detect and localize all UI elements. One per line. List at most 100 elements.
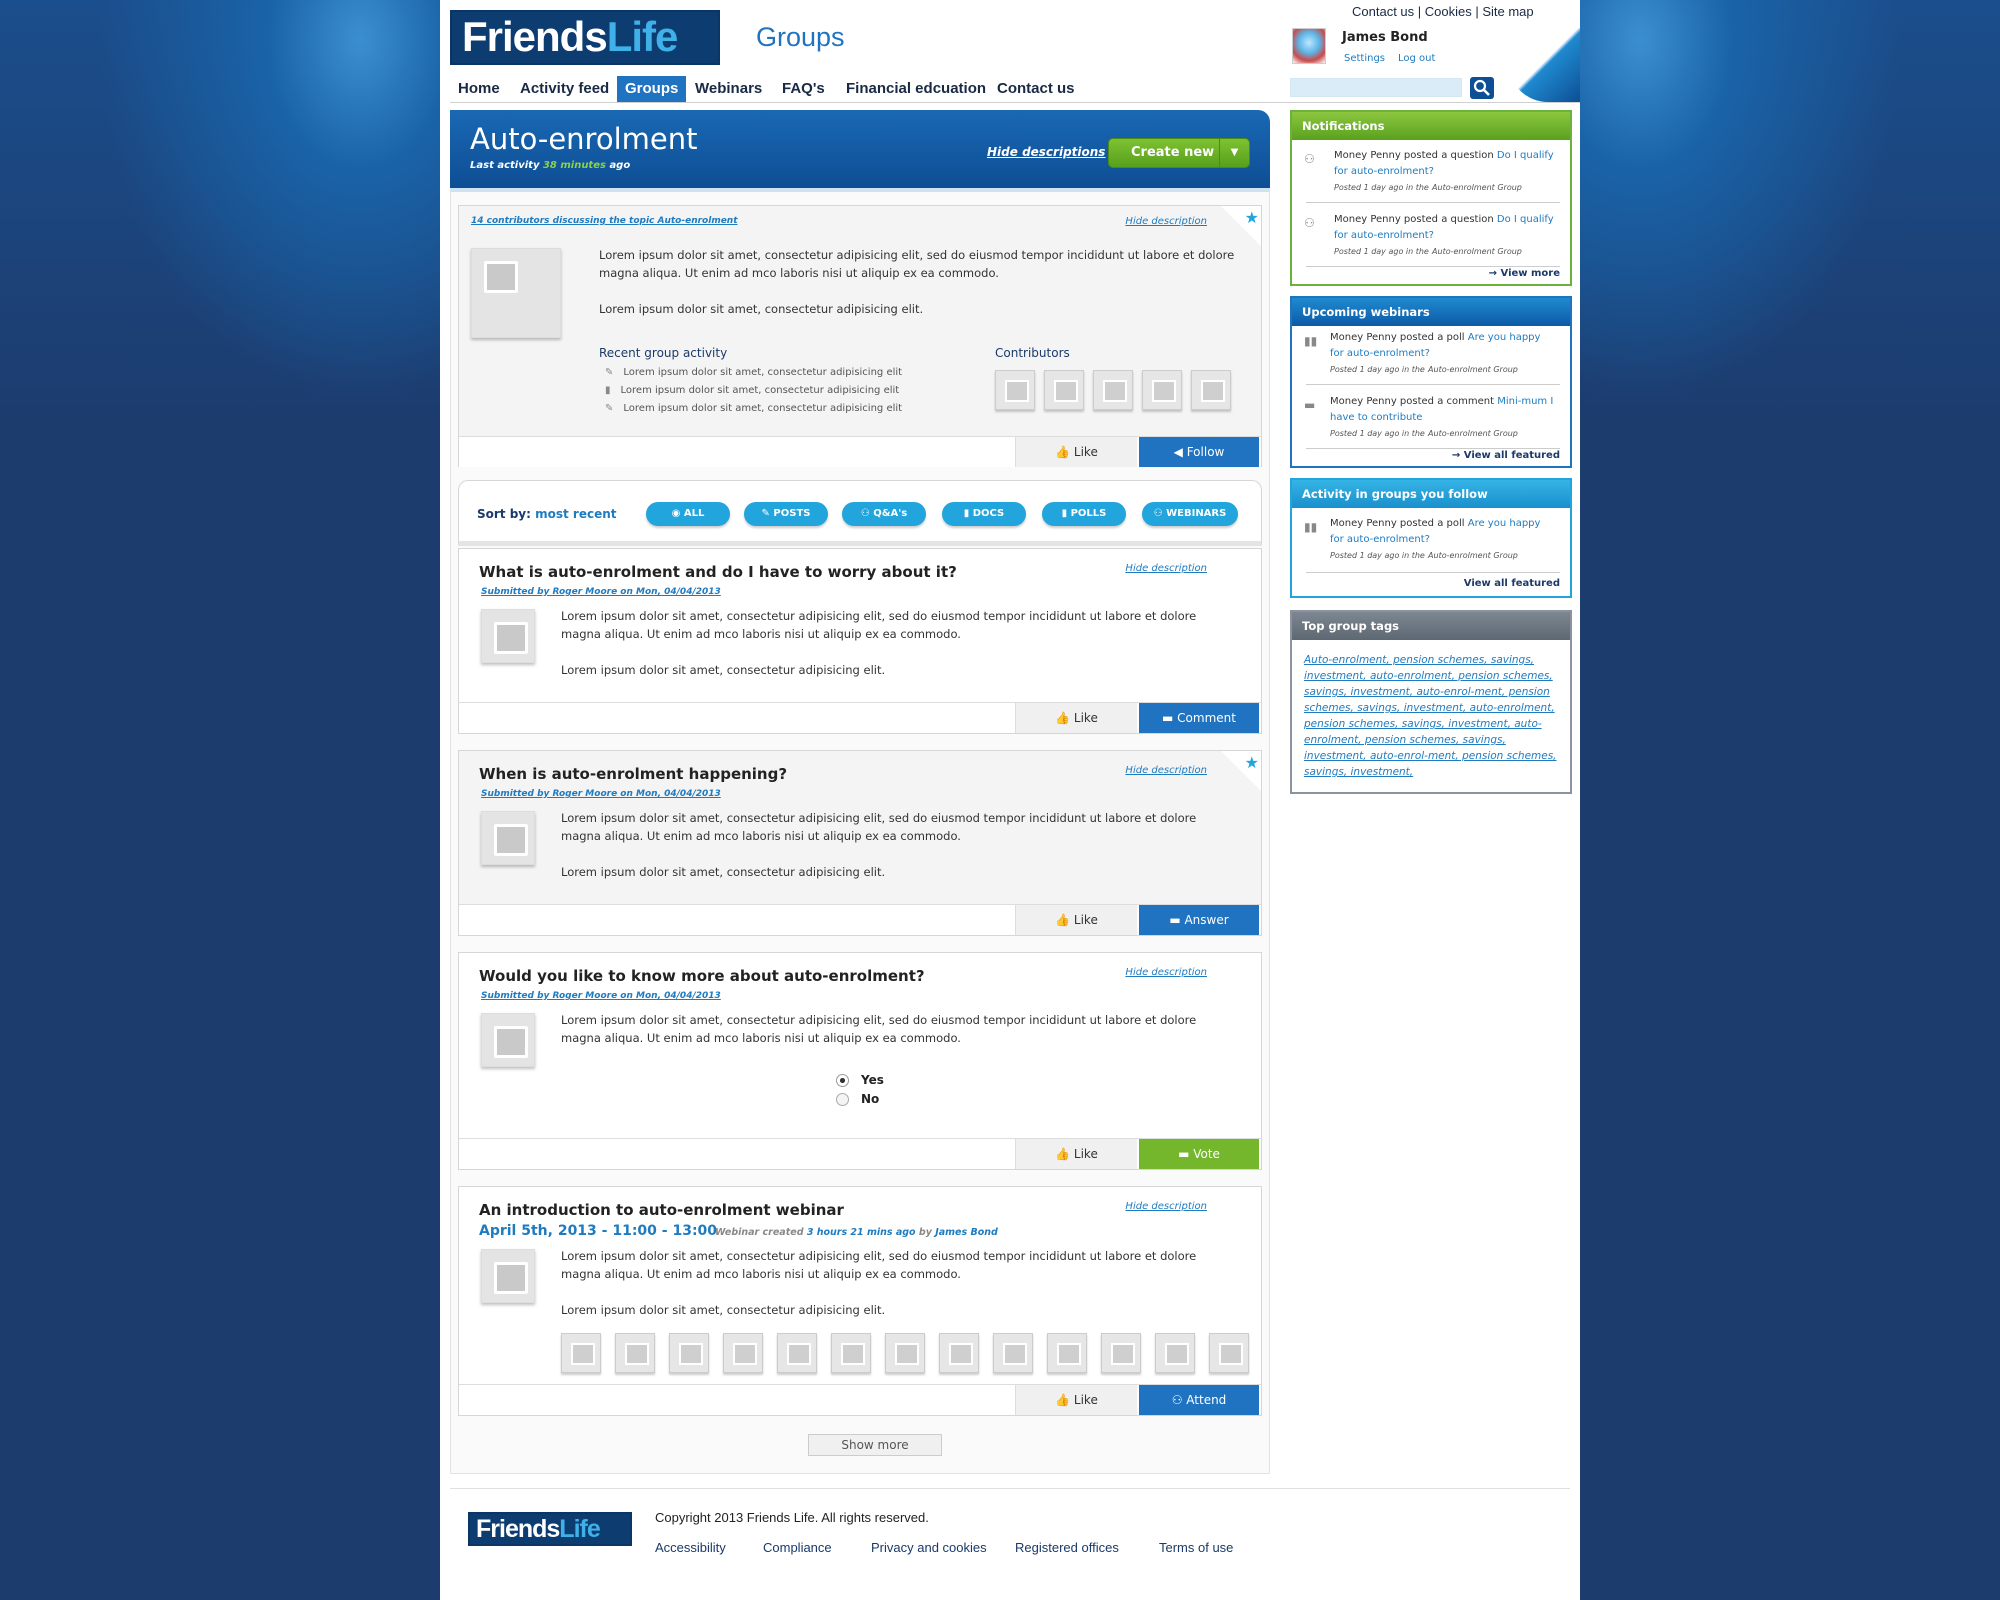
contributor-avatar[interactable] [1142,370,1182,410]
footer-link-compliance[interactable]: Compliance [763,1540,832,1555]
attend-button[interactable]: ⚇ Attend [1139,1385,1259,1415]
filter-all[interactable]: ◉ ALL [646,502,730,526]
post-title[interactable]: When is auto-enrolment happening? [479,765,787,783]
attendee-avatar[interactable] [885,1333,925,1373]
footer-link-privacy[interactable]: Privacy and cookies [871,1540,987,1555]
cookies-link[interactable]: Cookies [1425,4,1472,19]
attendee-avatar[interactable] [669,1333,709,1373]
attendee-avatar[interactable] [777,1333,817,1373]
attendee-avatar[interactable] [993,1333,1033,1373]
submitted-by-link[interactable]: Submitted by Roger Moore on Mon, 04/04/2… [481,587,721,597]
search-input[interactable] [1290,78,1462,97]
view-all-featured-link[interactable]: → View all featured [1452,450,1560,461]
create-new-button[interactable]: Create new ▼ [1108,138,1250,168]
hide-description-link[interactable]: Hide description [1125,765,1207,776]
poll-option-yes[interactable]: Yes [836,1073,884,1087]
post-title[interactable]: What is auto-enrolment and do I have to … [479,563,957,581]
attendee-avatar[interactable] [615,1333,655,1373]
webinar-item[interactable]: Money Penny posted a poll Are you happy … [1330,330,1555,378]
attendee-avatar[interactable] [561,1333,601,1373]
sort-value[interactable]: most recent [535,507,616,521]
group-link[interactable]: Auto-enrolment Group [1428,551,1518,560]
nav-webinars[interactable]: Webinars [695,76,762,102]
post-title[interactable]: An introduction to auto-enrolment webina… [479,1201,844,1219]
contributor-avatar[interactable] [1191,370,1231,410]
submitted-by-link[interactable]: Submitted by Roger Moore on Mon, 04/04/2… [481,789,721,799]
like-button[interactable]: 👍 Like [1015,905,1137,935]
users-icon: ⚇ [1171,1393,1187,1407]
list-item[interactable]: ✎ Lorem ipsum dolor sit amet, consectetur… [605,364,902,382]
star-icon[interactable]: ★ [1245,208,1259,227]
vote-button[interactable]: ▬ Vote [1139,1139,1259,1169]
footer-link-registered-offices[interactable]: Registered offices [1015,1540,1119,1555]
list-item[interactable]: ✎ Lorem ipsum dolor sit amet, consectetur… [605,400,902,418]
filter-polls[interactable]: ▮ POLLS [1042,502,1126,526]
filter-webinars[interactable]: ⚇ WEBINARS [1142,502,1238,526]
dropdown-arrow-icon[interactable]: ▼ [1219,139,1249,167]
footer-link-accessibility[interactable]: Accessibility [655,1540,726,1555]
answer-button[interactable]: ▬ Answer [1139,905,1259,935]
star-icon[interactable]: ★ [1245,753,1259,772]
attendee-avatar[interactable] [1101,1333,1141,1373]
attendee-avatar[interactable] [723,1333,763,1373]
search-button[interactable] [1470,77,1494,99]
hide-description-link[interactable]: Hide description [1125,563,1207,574]
hide-description-link[interactable]: Hide description [1125,1201,1207,1212]
footer-link-terms[interactable]: Terms of use [1159,1540,1233,1555]
nav-financial-education[interactable]: Financial edcuation [846,76,986,102]
hide-descriptions-link[interactable]: Hide descriptions [987,145,1105,159]
attendee-avatar[interactable] [1155,1333,1195,1373]
site-map-link[interactable]: Site map [1482,4,1533,19]
tags-list[interactable]: Auto-enrolment, pension schemes, savings… [1304,652,1562,780]
attendee-avatar[interactable] [1047,1333,1087,1373]
contributor-avatar[interactable] [1093,370,1133,410]
contributor-avatar[interactable] [995,370,1035,410]
hide-description-link[interactable]: Hide description [1125,216,1207,227]
radio-unselected[interactable] [836,1093,849,1106]
contributor-avatar[interactable] [1044,370,1084,410]
attendee-avatar[interactable] [1209,1333,1249,1373]
like-button[interactable]: 👍 Like [1015,1385,1137,1415]
attendee-avatar[interactable] [831,1333,871,1373]
nav-groups[interactable]: Groups [617,76,687,102]
filter-posts[interactable]: ✎ POSTS [744,502,828,526]
hide-description-link[interactable]: Hide description [1125,967,1207,978]
radio-selected[interactable] [836,1074,849,1087]
like-button[interactable]: 👍 Like [1015,437,1137,467]
group-link[interactable]: Auto-enrolment Group [1428,429,1518,438]
author-link[interactable]: James Bond [935,1227,998,1238]
group-text-1: Lorem ipsum dolor sit amet, consectetur … [599,248,1235,280]
like-button[interactable]: 👍 Like [1015,1139,1137,1169]
friends-life-logo[interactable]: FriendsLife [450,10,720,65]
comment-button[interactable]: ▬ Comment [1139,703,1259,733]
submitted-by-link[interactable]: Submitted by Roger Moore on Mon, 04/04/2… [481,991,721,1001]
group-link[interactable]: Auto-enrolment Group [1428,365,1518,374]
activity-item[interactable]: Money Penny posted a poll Are you happy … [1330,516,1555,564]
nav-contact-us[interactable]: Contact us [997,76,1075,102]
follow-button[interactable]: ◀ Follow [1139,437,1259,467]
attendee-avatar[interactable] [939,1333,979,1373]
notification-item[interactable]: Money Penny posted a question Do I quali… [1334,148,1559,196]
settings-link[interactable]: Settings [1344,53,1385,64]
webinar-item[interactable]: Money Penny posted a comment Mini-mum I … [1330,394,1555,442]
nav-activity-feed[interactable]: Activity feed [520,76,609,102]
notification-item[interactable]: Money Penny posted a question Do I quali… [1334,212,1559,260]
like-button[interactable]: 👍 Like [1015,703,1137,733]
view-more-link[interactable]: → View more [1489,268,1560,279]
group-link[interactable]: Auto-enrolment Group [1432,247,1522,256]
footer-logo[interactable]: FriendsLife [468,1512,632,1546]
nav-faqs[interactable]: FAQ's [782,76,825,102]
list-item[interactable]: ▮ Lorem ipsum dolor sit amet, consectetur… [605,382,902,400]
logout-link[interactable]: Log out [1398,53,1435,64]
post-title[interactable]: Would you like to know more about auto-e… [479,967,925,985]
filter-docs[interactable]: ▮ DOCS [942,502,1026,526]
show-more-button[interactable]: Show more [808,1434,942,1456]
view-all-featured-link[interactable]: View all featured [1464,578,1560,589]
group-link[interactable]: Auto-enrolment Group [1432,183,1522,192]
poll-option-no[interactable]: No [836,1092,879,1106]
avatar[interactable] [1292,28,1326,64]
contributors-link[interactable]: 14 contributors discussing the topic Aut… [471,216,738,226]
nav-home[interactable]: Home [458,76,500,102]
filter-qas[interactable]: ⚇ Q&A's [842,502,926,526]
contact-link[interactable]: Contact us [1352,4,1414,19]
